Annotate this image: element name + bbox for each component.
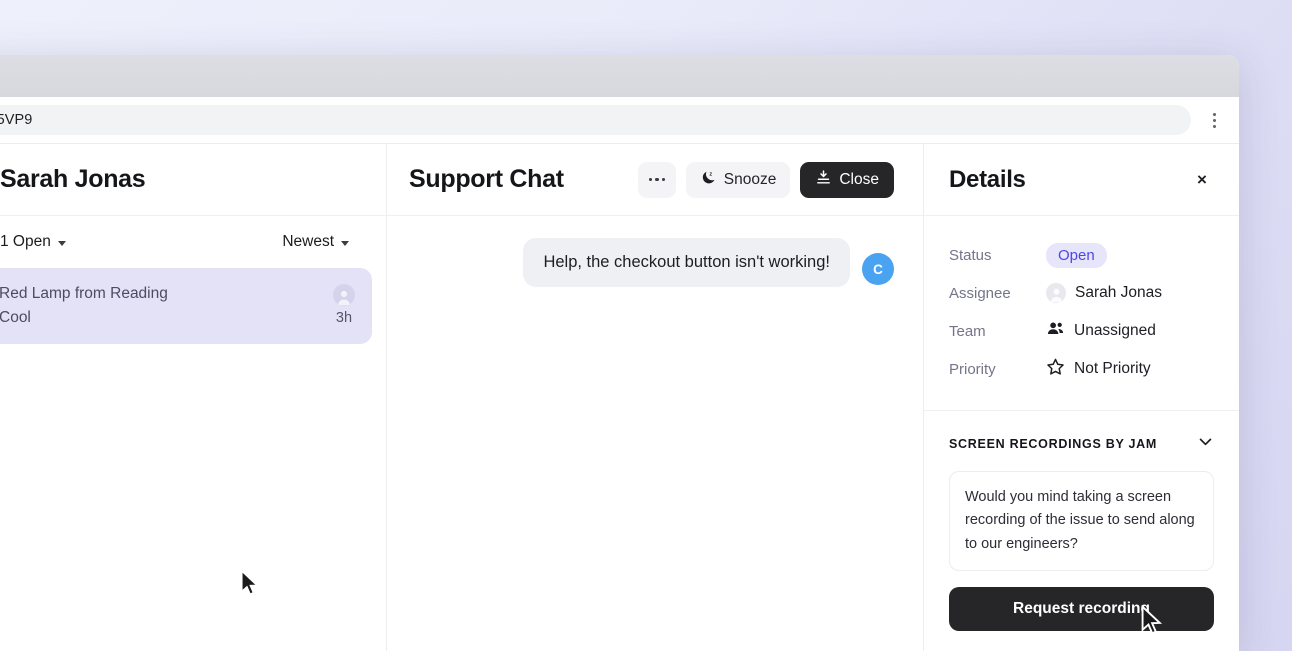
detail-label: Status — [949, 246, 992, 264]
screen-recordings-section: SCREEN RECORDINGS BY JAM Would you mind … — [924, 411, 1239, 632]
dot — [1212, 112, 1216, 116]
conversation-list-item[interactable]: Red Lamp from Reading Cool 3h — [0, 268, 372, 345]
inbox-owner-name: Sarah Jonas — [0, 165, 146, 193]
detail-label: Team — [949, 322, 986, 340]
details-panel: Details × Status Open Assignee Sarah Jon… — [924, 144, 1239, 651]
people-icon — [1046, 319, 1065, 343]
url-input[interactable]: x/jY5VP9 — [0, 105, 1191, 135]
dot — [655, 177, 659, 182]
browser-title-bar — [0, 55, 1239, 97]
chat-actions: z Snooze Close — [637, 161, 894, 198]
priority-value: Not Priority — [1074, 360, 1151, 377]
snooze-label: Snooze — [723, 170, 777, 188]
conversation-list[interactable]: Red Lamp from Reading Cool 3h — [0, 268, 386, 651]
avatar — [333, 284, 355, 306]
chat-header: Support Chat z Snooze Close — [387, 144, 923, 216]
details-header: Details × — [924, 144, 1239, 216]
sort-filter-label: Newest — [282, 233, 334, 250]
status-filter-dropdown[interactable]: 1 Open — [0, 233, 66, 251]
details-title: Details — [949, 165, 1026, 193]
detail-value[interactable]: Not Priority — [1046, 357, 1151, 381]
detail-row-team: Team Unassigned — [949, 312, 1215, 350]
snooze-button[interactable]: z Snooze — [685, 161, 791, 198]
moon-z-icon: z — [700, 169, 717, 191]
assignee-name: Sarah Jonas — [1075, 284, 1163, 301]
close-conversation-button[interactable]: Close — [800, 161, 894, 198]
details-fields: Status Open Assignee Sarah Jonas Team Un… — [924, 216, 1239, 411]
vertical-dots-icon[interactable] — [1197, 103, 1231, 137]
dot — [1212, 124, 1216, 128]
detail-label: Priority — [949, 360, 996, 378]
list-filter-bar: 1 Open Newest — [0, 216, 386, 268]
message-bubble: Help, the checkout button isn't working! — [523, 238, 850, 288]
dot — [661, 177, 666, 182]
chevron-down-icon[interactable] — [1197, 433, 1214, 455]
chat-panel: Support Chat z Snooze Close Help, the ch… — [387, 144, 924, 651]
conversation-preview: Cool — [0, 309, 31, 327]
chevron-down-icon — [341, 240, 349, 246]
browser-window: x/jY5VP9 Sarah Jonas 1 Open — [0, 55, 1239, 651]
list-header: Sarah Jonas — [0, 144, 386, 216]
avatar: C — [862, 253, 894, 286]
team-name: Unassigned — [1074, 322, 1156, 339]
browser-toolbar: x/jY5VP9 — [0, 97, 1239, 144]
page-backdrop: x/jY5VP9 Sarah Jonas 1 Open — [0, 0, 1292, 651]
dot — [648, 177, 653, 182]
avatar — [1046, 283, 1066, 303]
dot — [1212, 118, 1216, 122]
conversation-timestamp: 3h — [335, 310, 353, 326]
detail-label: Assignee — [949, 284, 1011, 302]
chevron-down-icon — [57, 240, 66, 246]
screen-recordings-title: SCREEN RECORDINGS BY JAM — [949, 437, 1158, 451]
detail-value[interactable]: Sarah Jonas — [1046, 283, 1162, 303]
status-badge: Open — [1046, 242, 1107, 268]
app-container: Sarah Jonas 1 Open Newest Red Lamp from … — [0, 144, 1239, 651]
detail-row-priority: Priority Not Priority — [949, 350, 1215, 388]
archive-down-icon — [815, 169, 832, 191]
conversation-list-panel: Sarah Jonas 1 Open Newest Red Lamp from … — [0, 144, 387, 651]
more-options-button[interactable] — [637, 161, 676, 198]
detail-row-assignee: Assignee Sarah Jonas — [949, 274, 1215, 312]
star-icon — [1046, 357, 1065, 381]
chat-title: Support Chat — [409, 165, 564, 193]
chat-message-list: Help, the checkout button isn't working!… — [387, 216, 923, 651]
request-recording-button[interactable]: Request recording — [949, 587, 1214, 632]
status-filter-label: 1 Open — [0, 233, 51, 250]
sort-filter-dropdown[interactable]: Newest — [282, 233, 349, 251]
conversation-text: Red Lamp from Reading Cool — [0, 282, 320, 330]
close-label: Close — [839, 170, 879, 188]
svg-text:z: z — [709, 171, 712, 177]
close-icon[interactable]: × — [1189, 167, 1215, 193]
detail-value[interactable]: Open — [1046, 242, 1107, 268]
screen-recordings-header[interactable]: SCREEN RECORDINGS BY JAM — [949, 433, 1214, 455]
conversation-title: Red Lamp from Reading — [0, 285, 168, 302]
conversation-meta: 3h — [333, 282, 355, 326]
chat-message: Help, the checkout button isn't working!… — [409, 238, 894, 288]
detail-value[interactable]: Unassigned — [1046, 319, 1156, 343]
recording-request-message: Would you mind taking a screen recording… — [949, 471, 1214, 572]
detail-row-status: Status Open — [949, 236, 1215, 274]
